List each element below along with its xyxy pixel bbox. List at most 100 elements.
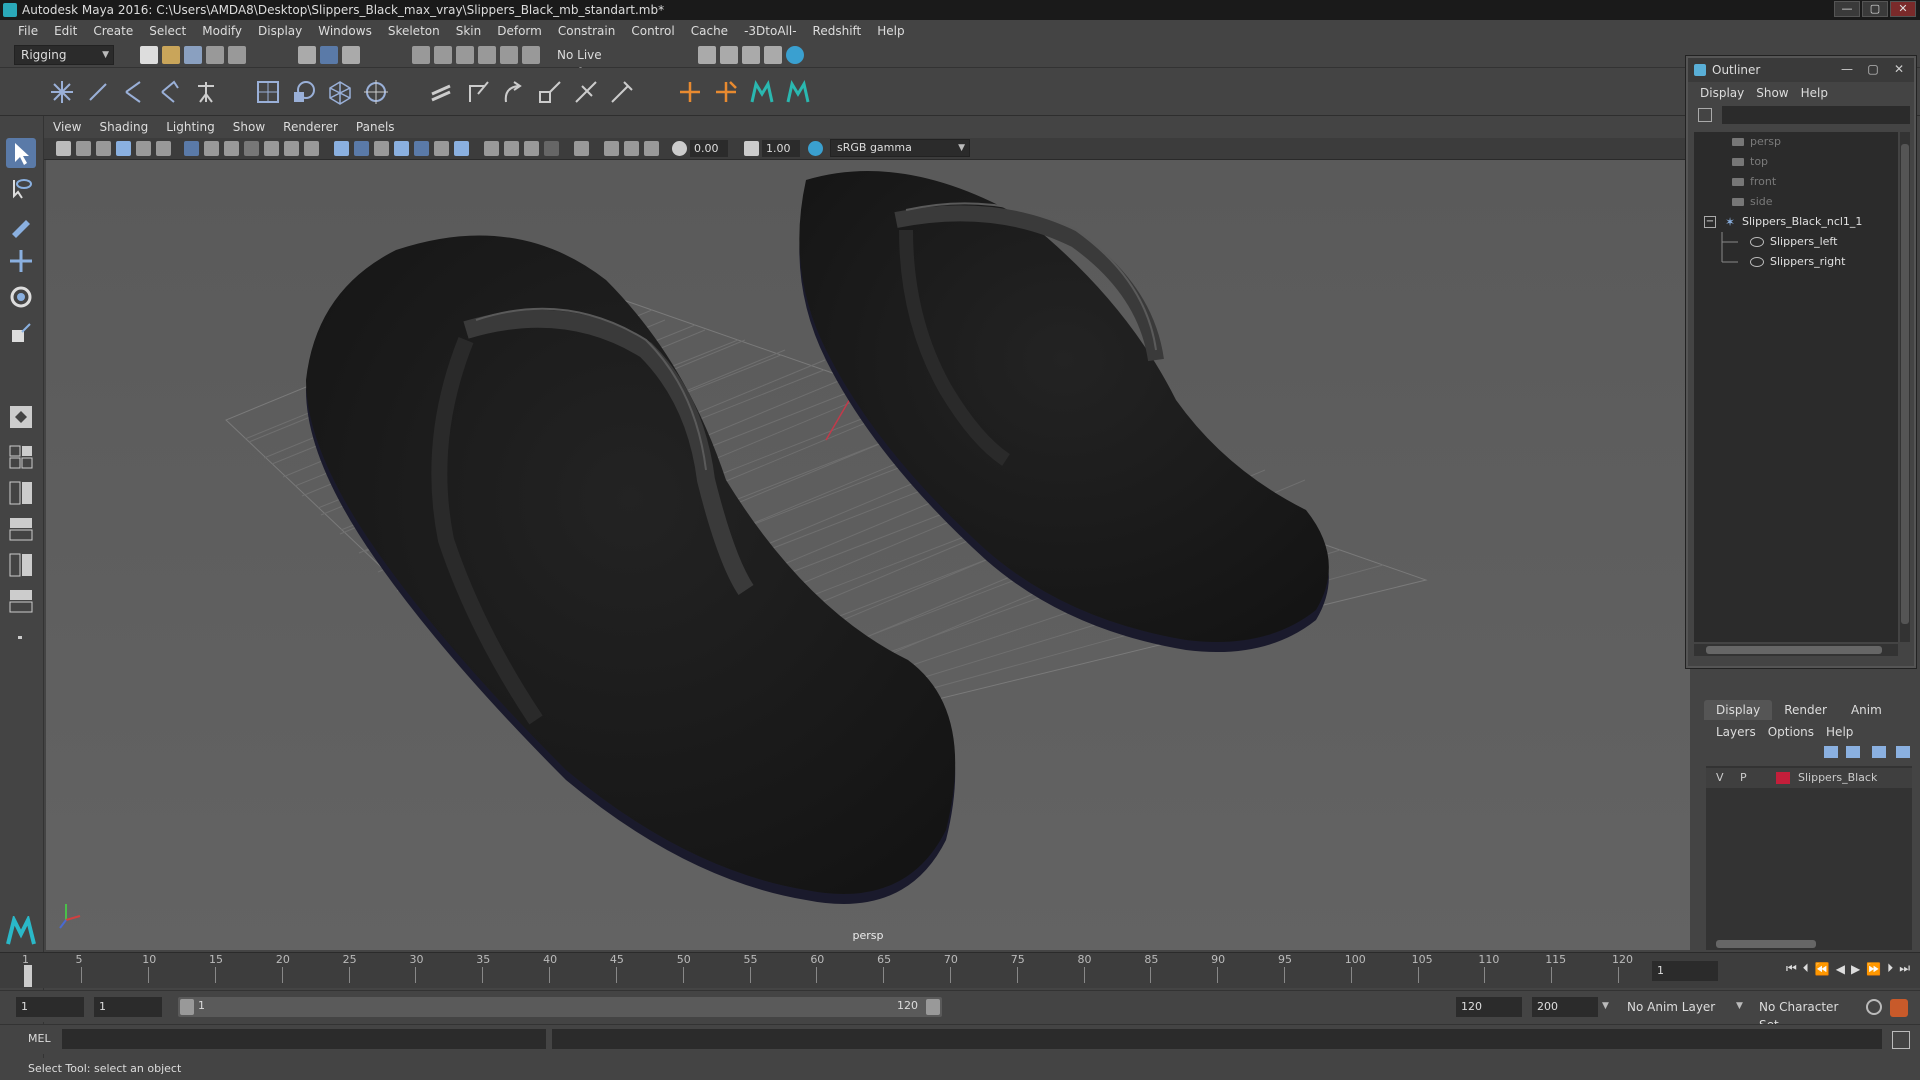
live-surface-field[interactable]: No Live Surface bbox=[550, 45, 650, 80]
ik-handle-icon[interactable] bbox=[84, 78, 112, 106]
scroll-thumb[interactable] bbox=[1901, 144, 1909, 624]
menu-windows[interactable]: Windows bbox=[310, 24, 380, 38]
scale-tool-button[interactable] bbox=[6, 318, 36, 348]
smooth-bind-icon[interactable] bbox=[290, 78, 318, 106]
snap-view-icon[interactable] bbox=[478, 46, 496, 64]
default-material-icon[interactable] bbox=[374, 141, 389, 156]
layer-visibility-toggle[interactable]: V bbox=[1716, 768, 1724, 788]
camera-select-icon[interactable] bbox=[56, 141, 71, 156]
render-view-icon[interactable] bbox=[698, 46, 716, 64]
hik-character-icon[interactable] bbox=[748, 78, 776, 106]
range-start-handle[interactable] bbox=[180, 999, 194, 1015]
auto-key-icon[interactable] bbox=[1866, 999, 1882, 1015]
layer-menu-help[interactable]: Help bbox=[1820, 722, 1859, 742]
outliner-filter-icon[interactable] bbox=[1698, 108, 1712, 122]
textured-icon[interactable] bbox=[414, 141, 429, 156]
wireframe-icon[interactable] bbox=[334, 141, 349, 156]
menu-edit[interactable]: Edit bbox=[46, 24, 85, 38]
menu-control[interactable]: Control bbox=[623, 24, 682, 38]
select-tool-button[interactable] bbox=[6, 138, 36, 168]
scale-constraint-icon[interactable] bbox=[536, 78, 564, 106]
use-all-lights-icon[interactable] bbox=[434, 141, 449, 156]
film-gate-icon[interactable] bbox=[204, 141, 219, 156]
character-set-dropdown[interactable]: No Character Set bbox=[1752, 997, 1862, 1032]
exposure-field[interactable]: 0.00 bbox=[690, 140, 728, 157]
snap-point-icon[interactable] bbox=[456, 46, 474, 64]
menu-cache[interactable]: Cache bbox=[683, 24, 736, 38]
xray-icon[interactable] bbox=[604, 141, 619, 156]
move-layer-up-icon[interactable] bbox=[1824, 746, 1838, 758]
locator-icon[interactable] bbox=[676, 78, 704, 106]
outliner-menu-display[interactable]: Display bbox=[1694, 82, 1750, 104]
menu-help[interactable]: Help bbox=[869, 24, 912, 38]
ik-spline-icon[interactable] bbox=[120, 78, 148, 106]
color-management-icon[interactable] bbox=[808, 141, 823, 156]
rotate-tool-button[interactable] bbox=[6, 282, 36, 312]
panel-menu-lighting[interactable]: Lighting bbox=[157, 120, 224, 138]
snap-grid-icon[interactable] bbox=[412, 46, 430, 64]
time-slider[interactable]: 1 5 10 15 20 25 30 35 40 45 50 55 60 65 70 75 80 85 90 95 10… bbox=[0, 952, 1920, 988]
safe-action-icon[interactable] bbox=[284, 141, 299, 156]
step-forward-frame-icon[interactable]: ⏵ bbox=[1887, 961, 1893, 976]
select-component-icon[interactable] bbox=[342, 46, 360, 64]
open-scene-icon[interactable] bbox=[162, 46, 180, 64]
bookmark-icon[interactable] bbox=[96, 141, 111, 156]
go-to-end-icon[interactable]: ⏭ bbox=[1899, 961, 1910, 976]
layer-menu-layers[interactable]: Layers bbox=[1710, 722, 1762, 742]
ipr-render-icon[interactable] bbox=[742, 46, 760, 64]
outliner-menu-help[interactable]: Help bbox=[1795, 82, 1834, 104]
new-empty-layer-icon[interactable] bbox=[1872, 746, 1886, 758]
undo-icon[interactable] bbox=[206, 46, 224, 64]
menu-set-dropdown[interactable]: Rigging ▼ bbox=[14, 45, 114, 65]
layer-color-swatch[interactable] bbox=[1776, 772, 1790, 784]
color-space-dropdown[interactable]: sRGB gamma ▼ bbox=[830, 139, 970, 157]
command-input[interactable] bbox=[62, 1029, 546, 1049]
motion-blur-icon[interactable] bbox=[504, 141, 519, 156]
image-plane-icon[interactable] bbox=[116, 141, 131, 156]
paint-select-tool-button[interactable] bbox=[6, 210, 36, 240]
panel-menu-view[interactable]: View bbox=[44, 120, 90, 138]
new-layer-from-selection-icon[interactable] bbox=[1896, 746, 1910, 758]
outliner-menu-show[interactable]: Show bbox=[1750, 82, 1794, 104]
snap-vertex-icon[interactable] bbox=[522, 46, 540, 64]
step-back-frame-icon[interactable]: ⏴ bbox=[1803, 961, 1809, 976]
save-scene-icon[interactable] bbox=[184, 46, 202, 64]
isolate-select-icon[interactable] bbox=[574, 141, 589, 156]
two-view-layout-icon[interactable] bbox=[6, 478, 36, 508]
lattice-icon[interactable] bbox=[326, 78, 354, 106]
cluster-icon[interactable] bbox=[362, 78, 390, 106]
new-scene-icon[interactable] bbox=[140, 46, 158, 64]
insert-joint-icon[interactable] bbox=[156, 78, 184, 106]
outliner-search-input[interactable] bbox=[1722, 106, 1910, 124]
field-chart-icon[interactable] bbox=[264, 141, 279, 156]
single-view-layout-icon[interactable] bbox=[6, 402, 36, 432]
bind-skin-icon[interactable] bbox=[254, 78, 282, 106]
go-to-start-icon[interactable]: ⏮ bbox=[1786, 961, 1797, 976]
outliner-titlebar[interactable]: Outliner — ▢ ✕ bbox=[1688, 58, 1914, 82]
gate-mask-icon[interactable] bbox=[244, 141, 259, 156]
menu-deform[interactable]: Deform bbox=[489, 24, 550, 38]
tab-anim[interactable]: Anim bbox=[1839, 700, 1894, 720]
select-hierarchy-icon[interactable] bbox=[298, 46, 316, 64]
play-backwards-icon[interactable]: ◀ bbox=[1836, 962, 1845, 976]
outliner-vertical-scrollbar[interactable] bbox=[1900, 132, 1910, 642]
menu-constrain[interactable]: Constrain bbox=[550, 24, 624, 38]
current-frame-field[interactable]: 1 bbox=[1652, 961, 1718, 981]
snap-surface-icon[interactable] bbox=[500, 46, 518, 64]
animation-end-field[interactable]: 200 bbox=[1532, 997, 1598, 1017]
outliner-item-slippers-left[interactable]: Slippers_left bbox=[1750, 232, 1837, 252]
twod-pan-zoom-icon[interactable] bbox=[136, 141, 151, 156]
menu-file[interactable]: File bbox=[10, 24, 46, 38]
gamma-field[interactable]: 1.00 bbox=[762, 140, 800, 157]
outliner-maximize-button[interactable]: ▢ bbox=[1862, 61, 1884, 77]
menu-create[interactable]: Create bbox=[85, 24, 141, 38]
current-time-indicator[interactable] bbox=[24, 965, 32, 987]
layer-row-slippers-black[interactable]: V P Slippers_Black bbox=[1706, 768, 1912, 788]
joint-tool-icon[interactable] bbox=[48, 78, 76, 106]
wireframe-on-shaded-icon[interactable] bbox=[394, 141, 409, 156]
tab-display[interactable]: Display bbox=[1704, 700, 1773, 720]
hypershade-layout-icon[interactable] bbox=[6, 586, 36, 616]
outliner-close-button[interactable]: ✕ bbox=[1888, 61, 1910, 77]
multisample-aa-icon[interactable] bbox=[524, 141, 539, 156]
animation-start-field[interactable]: 1 bbox=[16, 997, 84, 1017]
